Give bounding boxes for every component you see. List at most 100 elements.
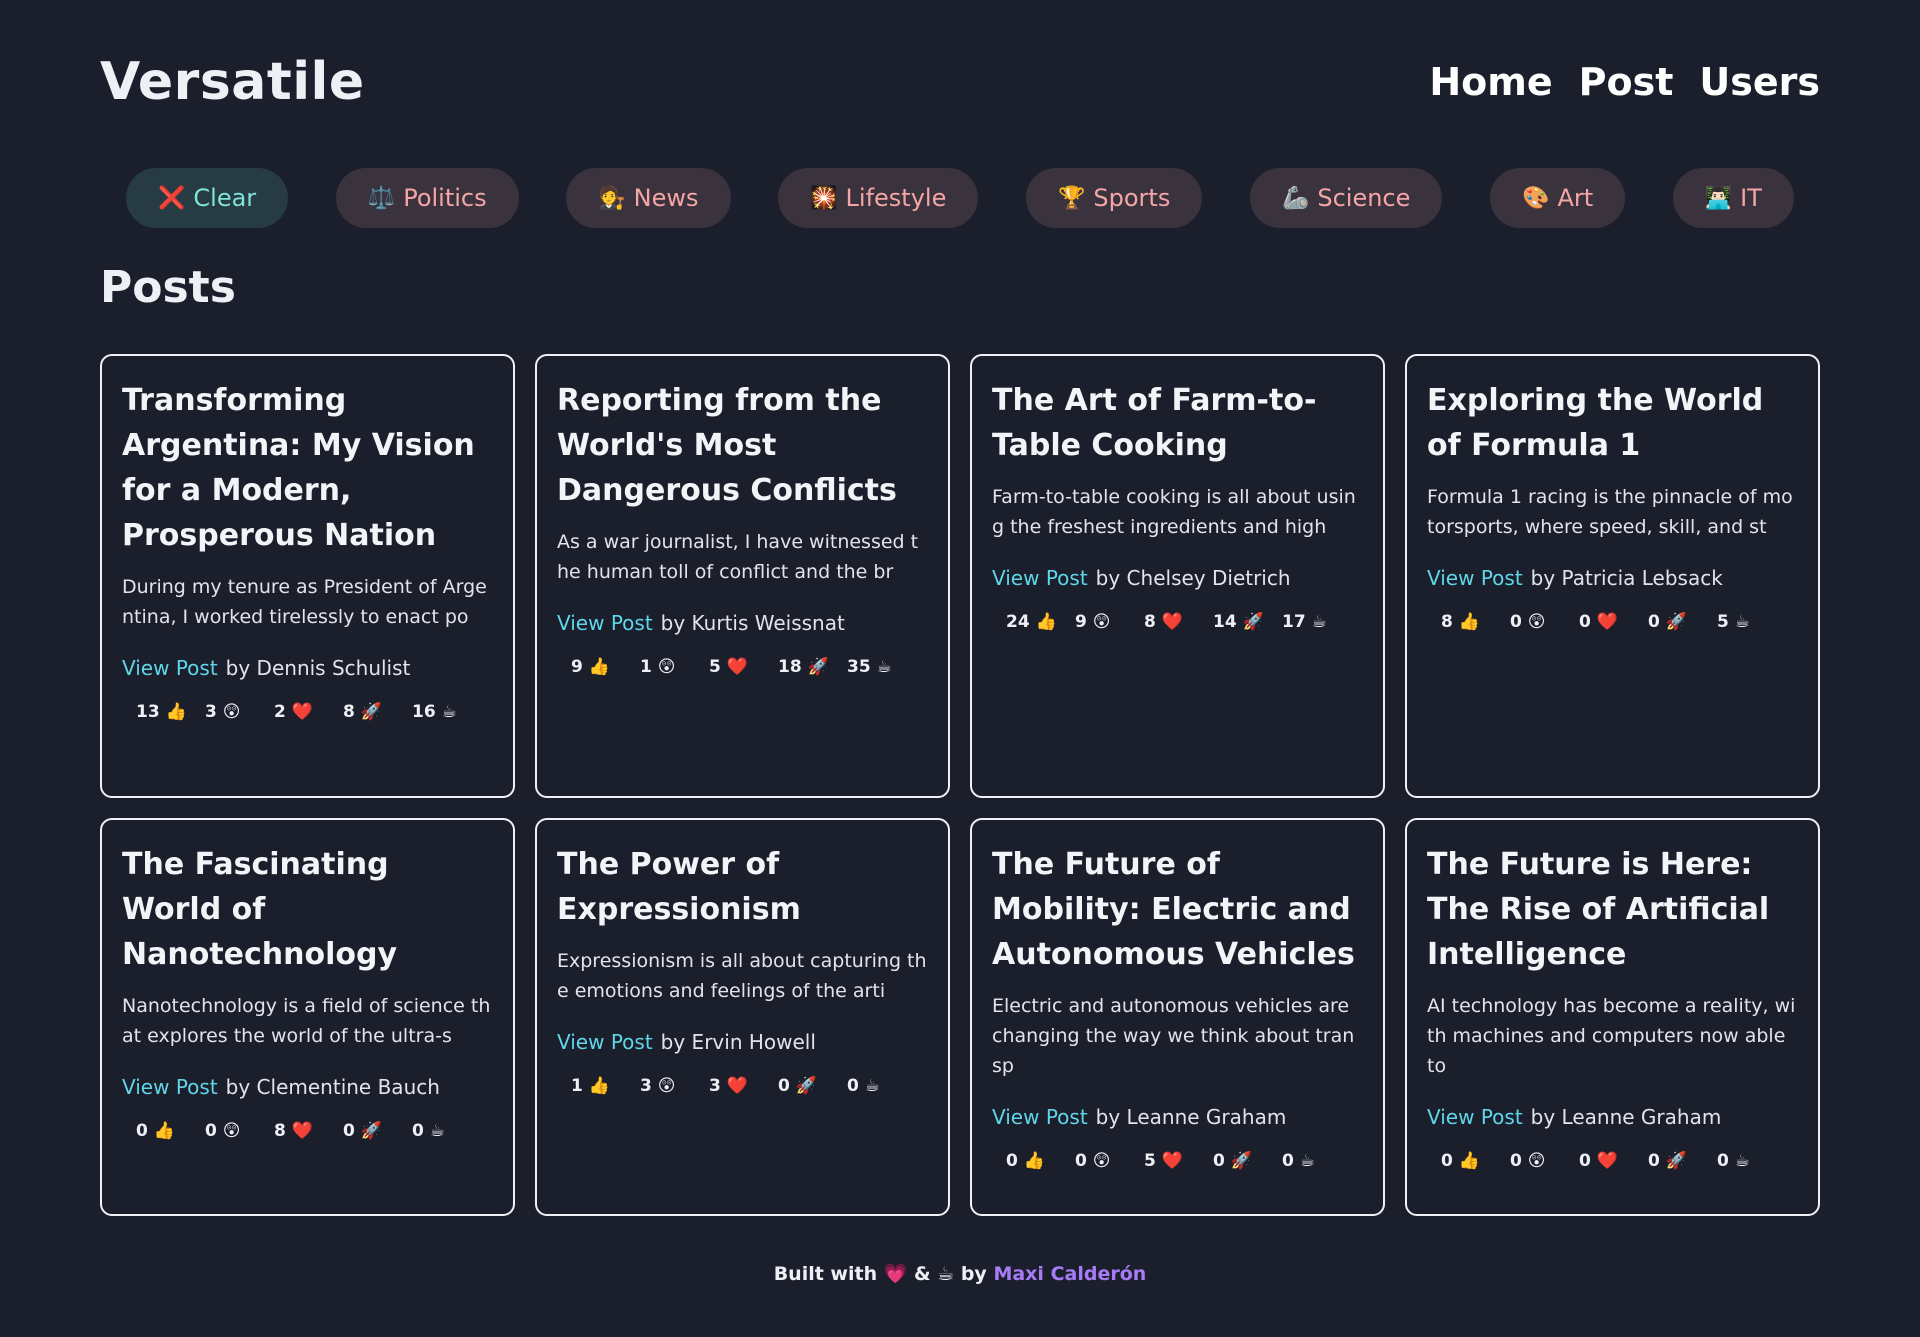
rocket-reaction[interactable]: 0 🚀: [343, 1121, 412, 1141]
rocket-reaction[interactable]: 0 🚀: [1213, 1151, 1282, 1171]
view-post-link[interactable]: View Post: [122, 656, 218, 680]
cross-icon: ❌: [158, 185, 186, 211]
post-card: The Future of Mobility: Electric and Aut…: [970, 818, 1385, 1216]
thumbs-up-reaction[interactable]: 1 👍: [571, 1076, 640, 1096]
rocket-reaction[interactable]: 14 🚀: [1213, 612, 1282, 632]
post-excerpt: As a war journalist, I have witnessed th…: [557, 531, 919, 583]
thumbs-up-reaction[interactable]: 8 👍: [1441, 612, 1510, 632]
thumbs-up-reaction[interactable]: 0 👍: [1441, 1151, 1510, 1171]
heart-reaction[interactable]: 5 ❤️: [709, 657, 778, 677]
post-excerpt: Nanotechnology is a field of science tha…: [122, 995, 491, 1047]
post-author: by Leanne Graham: [1530, 1105, 1722, 1129]
filter-politics-button[interactable]: ⚖️ Politics: [335, 168, 519, 228]
post-excerpt: Electric and autonomous vehicles are cha…: [992, 995, 1355, 1077]
filter-clear-button[interactable]: ❌ Clear: [126, 168, 289, 228]
reaction-bar: 0 👍 0 😲 0 ❤️ 0 🚀 0 ☕: [1427, 1151, 1798, 1171]
view-post-link[interactable]: View Post: [557, 1030, 653, 1054]
heart-reaction[interactable]: 0 ❤️: [1579, 612, 1648, 632]
coffee-reaction[interactable]: 0 ☕: [1717, 1151, 1786, 1171]
heart-reaction[interactable]: 2 ❤️: [274, 702, 343, 722]
site-footer: Built with 💗 & ☕ by Maxi Calderón: [0, 1262, 1920, 1285]
coffee-reaction[interactable]: 0 ☕: [412, 1121, 481, 1141]
coffee-reaction[interactable]: 17 ☕: [1282, 612, 1351, 632]
post-meta: View Post by Leanne Graham: [992, 1105, 1363, 1129]
rocket-reaction[interactable]: 0 🚀: [1648, 1151, 1717, 1171]
trophy-icon: 🏆: [1057, 185, 1086, 211]
thumbs-up-reaction[interactable]: 13 👍: [136, 702, 205, 722]
sparkler-icon: 🎇: [810, 185, 838, 211]
reaction-bar: 13 👍 3 😲 2 ❤️ 8 🚀 16 ☕: [122, 702, 493, 722]
coffee-reaction[interactable]: 0 ☕: [847, 1076, 916, 1096]
filter-label: News: [633, 184, 699, 212]
thumbs-up-reaction[interactable]: 24 👍: [1006, 612, 1075, 632]
post-meta: View Post by Clementine Bauch: [122, 1075, 493, 1099]
footer-author-link[interactable]: Maxi Calderón: [993, 1263, 1146, 1285]
post-card: Transforming Argentina: My Vision for a …: [100, 354, 515, 798]
filter-sports-button[interactable]: 🏆 Sports: [1025, 168, 1203, 228]
post-meta: View Post by Chelsey Dietrich: [992, 566, 1363, 590]
filter-it-button[interactable]: 👨🏻‍💻 IT: [1672, 168, 1794, 228]
post-author: by Ervin Howell: [660, 1030, 816, 1054]
filter-art-button[interactable]: 🎨 Art: [1490, 168, 1626, 228]
view-post-link[interactable]: View Post: [992, 566, 1088, 590]
reaction-bar: 0 👍 0 😲 8 ❤️ 0 🚀 0 ☕: [122, 1121, 493, 1141]
brand-logo[interactable]: Versatile: [100, 52, 365, 112]
view-post-link[interactable]: View Post: [1427, 566, 1523, 590]
wow-reaction[interactable]: 0 😲: [205, 1121, 274, 1141]
rocket-reaction[interactable]: 8 🚀: [343, 702, 412, 722]
filter-lifestyle-button[interactable]: 🎇 Lifestyle: [778, 168, 979, 228]
post-card: The Future is Here: The Rise of Artifici…: [1405, 818, 1820, 1216]
coffee-reaction[interactable]: 35 ☕: [847, 657, 916, 677]
coffee-reaction[interactable]: 16 ☕: [412, 702, 481, 722]
nav-post-link[interactable]: Post: [1579, 60, 1674, 104]
wow-reaction[interactable]: 3 😲: [640, 1076, 709, 1096]
post-excerpt: Farm-to-table cooking is all about using…: [992, 486, 1356, 538]
filter-news-button[interactable]: 🧑‍⚖️ News: [566, 168, 731, 228]
coffee-reaction[interactable]: 0 ☕: [1282, 1151, 1351, 1171]
wow-reaction[interactable]: 9 😲: [1075, 612, 1144, 632]
reaction-bar: 1 👍 3 😲 3 ❤️ 0 🚀 0 ☕: [557, 1076, 928, 1096]
wow-reaction[interactable]: 3 😲: [205, 702, 274, 722]
main-nav: Home Post Users: [1429, 60, 1820, 104]
view-post-link[interactable]: View Post: [992, 1105, 1088, 1129]
post-title: The Art of Farm-to-Table Cooking: [992, 383, 1317, 463]
rocket-reaction[interactable]: 0 🚀: [1648, 612, 1717, 632]
wow-reaction[interactable]: 0 😲: [1510, 1151, 1579, 1171]
technologist-icon: 👨🏻‍💻: [1704, 185, 1733, 211]
heart-reaction[interactable]: 0 ❤️: [1579, 1151, 1648, 1171]
heart-reaction[interactable]: 8 ❤️: [274, 1121, 343, 1141]
rocket-reaction[interactable]: 0 🚀: [778, 1076, 847, 1096]
filter-label: Clear: [193, 184, 257, 212]
wow-reaction[interactable]: 0 😲: [1510, 612, 1579, 632]
scales-icon: ⚖️: [367, 185, 396, 211]
footer-text: Built with 💗 & ☕ by: [773, 1263, 987, 1285]
thumbs-up-reaction[interactable]: 0 👍: [136, 1121, 205, 1141]
filter-science-button[interactable]: 🦾 Science: [1249, 168, 1443, 228]
heart-reaction[interactable]: 3 ❤️: [709, 1076, 778, 1096]
nav-users-link[interactable]: Users: [1699, 60, 1820, 104]
post-title: The Future of Mobility: Electric and Aut…: [992, 847, 1355, 972]
wow-reaction[interactable]: 1 😲: [640, 657, 709, 677]
heart-reaction[interactable]: 8 ❤️: [1144, 612, 1213, 632]
nav-home-link[interactable]: Home: [1429, 60, 1552, 104]
page: Versatile Home Post Users ❌ Clear ⚖️ Pol…: [0, 0, 1920, 1337]
rocket-reaction[interactable]: 18 🚀: [778, 657, 847, 677]
post-title: The Power of Expressionism: [557, 847, 801, 927]
post-title: Transforming Argentina: My Vision for a …: [122, 383, 475, 553]
post-card: The Power of Expressionism Expressionism…: [535, 818, 950, 1216]
view-post-link[interactable]: View Post: [557, 611, 653, 635]
post-card: The Art of Farm-to-Table Cooking Farm-to…: [970, 354, 1385, 798]
view-post-link[interactable]: View Post: [1427, 1105, 1523, 1129]
filter-label: Lifestyle: [845, 184, 947, 212]
coffee-reaction[interactable]: 5 ☕: [1717, 612, 1786, 632]
thumbs-up-reaction[interactable]: 0 👍: [1006, 1151, 1075, 1171]
heart-reaction[interactable]: 5 ❤️: [1144, 1151, 1213, 1171]
wow-reaction[interactable]: 0 😲: [1075, 1151, 1144, 1171]
post-meta: View Post by Patricia Lebsack: [1427, 566, 1798, 590]
thumbs-up-reaction[interactable]: 9 👍: [571, 657, 640, 677]
view-post-link[interactable]: View Post: [122, 1075, 218, 1099]
post-title: Reporting from the World's Most Dangerou…: [557, 383, 897, 508]
post-excerpt: AI technology has become a reality, with…: [1427, 995, 1796, 1077]
reaction-bar: 8 👍 0 😲 0 ❤️ 0 🚀 5 ☕: [1427, 612, 1798, 632]
post-author: by Chelsey Dietrich: [1095, 566, 1291, 590]
